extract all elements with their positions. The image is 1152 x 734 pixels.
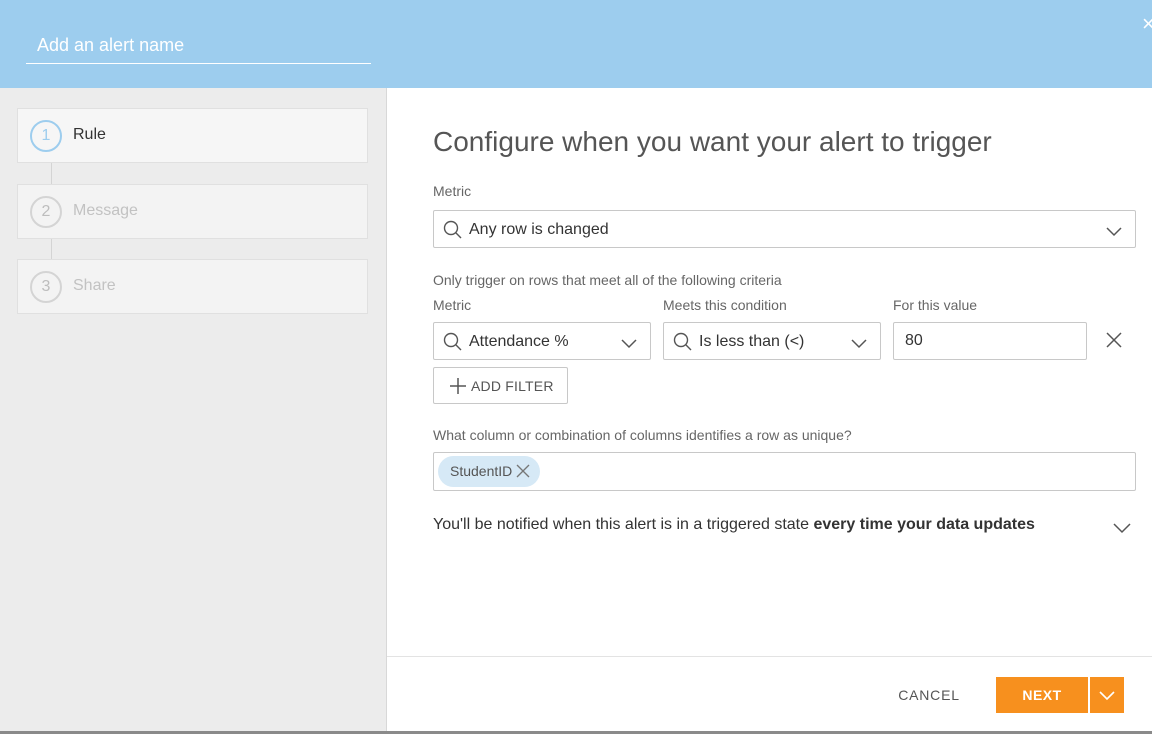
- close-icon[interactable]: ×: [1142, 12, 1152, 36]
- metric-select[interactable]: Any row is changed: [433, 210, 1136, 248]
- metric-label: Metric: [433, 183, 472, 199]
- filter-condition-label: Meets this condition: [663, 297, 787, 313]
- dialog-footer: CANCEL NEXT: [387, 656, 1152, 731]
- step-connector: [51, 239, 52, 260]
- filter-value-label: For this value: [893, 297, 978, 313]
- add-filter-label: ADD FILTER: [471, 378, 554, 394]
- column-chip: StudentID: [438, 456, 541, 487]
- step-message[interactable]: 2 Message: [17, 184, 368, 239]
- filter-condition-select[interactable]: Is less than (<): [663, 322, 881, 360]
- cancel-button[interactable]: CANCEL: [887, 677, 971, 713]
- metric-select-value: Any row is changed: [469, 221, 609, 238]
- header-bar: ×: [0, 0, 1152, 88]
- plus-icon: [450, 378, 466, 394]
- step-number: 1: [30, 120, 62, 152]
- search-icon: [673, 332, 692, 351]
- step-share[interactable]: 3 Share: [17, 259, 368, 314]
- page-title: Configure when you want your alert to tr…: [433, 126, 992, 157]
- chevron-down-icon: [621, 339, 637, 349]
- chip-remove-icon[interactable]: [516, 464, 530, 478]
- filter-metric-value: Attendance %: [469, 333, 569, 350]
- chevron-down-icon[interactable]: [1112, 518, 1132, 538]
- steps-sidebar: 1 Rule 2 Message 3 Share: [0, 88, 387, 731]
- notify-frequency: every time your data updates: [813, 516, 1035, 533]
- notify-frequency-text: You'll be notified when this alert is in…: [433, 516, 1035, 534]
- chevron-down-icon: [1106, 227, 1122, 237]
- chevron-down-icon: [1099, 691, 1115, 701]
- alert-name-input[interactable]: [26, 26, 371, 64]
- step-rule[interactable]: 1 Rule: [17, 108, 368, 163]
- filter-metric-label: Metric: [433, 297, 472, 313]
- step-number: 2: [30, 196, 62, 228]
- filter-condition-value: Is less than (<): [699, 333, 805, 350]
- step-label: Share: [73, 277, 116, 294]
- chevron-down-icon: [851, 339, 867, 349]
- search-icon: [443, 332, 462, 351]
- step-label: Rule: [73, 126, 106, 143]
- next-options-button[interactable]: [1090, 677, 1124, 713]
- remove-filter-close-icon[interactable]: [1105, 331, 1123, 349]
- next-button[interactable]: NEXT: [996, 677, 1088, 713]
- step-connector: [51, 163, 52, 184]
- add-filter-button[interactable]: ADD FILTER: [433, 367, 568, 404]
- search-icon: [443, 220, 462, 239]
- step-number: 3: [30, 271, 62, 303]
- filter-value-input[interactable]: [893, 322, 1087, 360]
- unique-columns-input[interactable]: StudentID: [433, 452, 1136, 491]
- chip-label: StudentID: [450, 463, 513, 479]
- unique-columns-label: What column or combination of columns id…: [433, 427, 852, 443]
- criteria-label: Only trigger on rows that meet all of th…: [433, 272, 782, 288]
- rule-config-panel: Configure when you want your alert to tr…: [387, 88, 1152, 656]
- notify-prefix: You'll be notified when this alert is in…: [433, 516, 814, 533]
- filter-metric-select[interactable]: Attendance %: [433, 322, 651, 360]
- step-label: Message: [73, 202, 138, 219]
